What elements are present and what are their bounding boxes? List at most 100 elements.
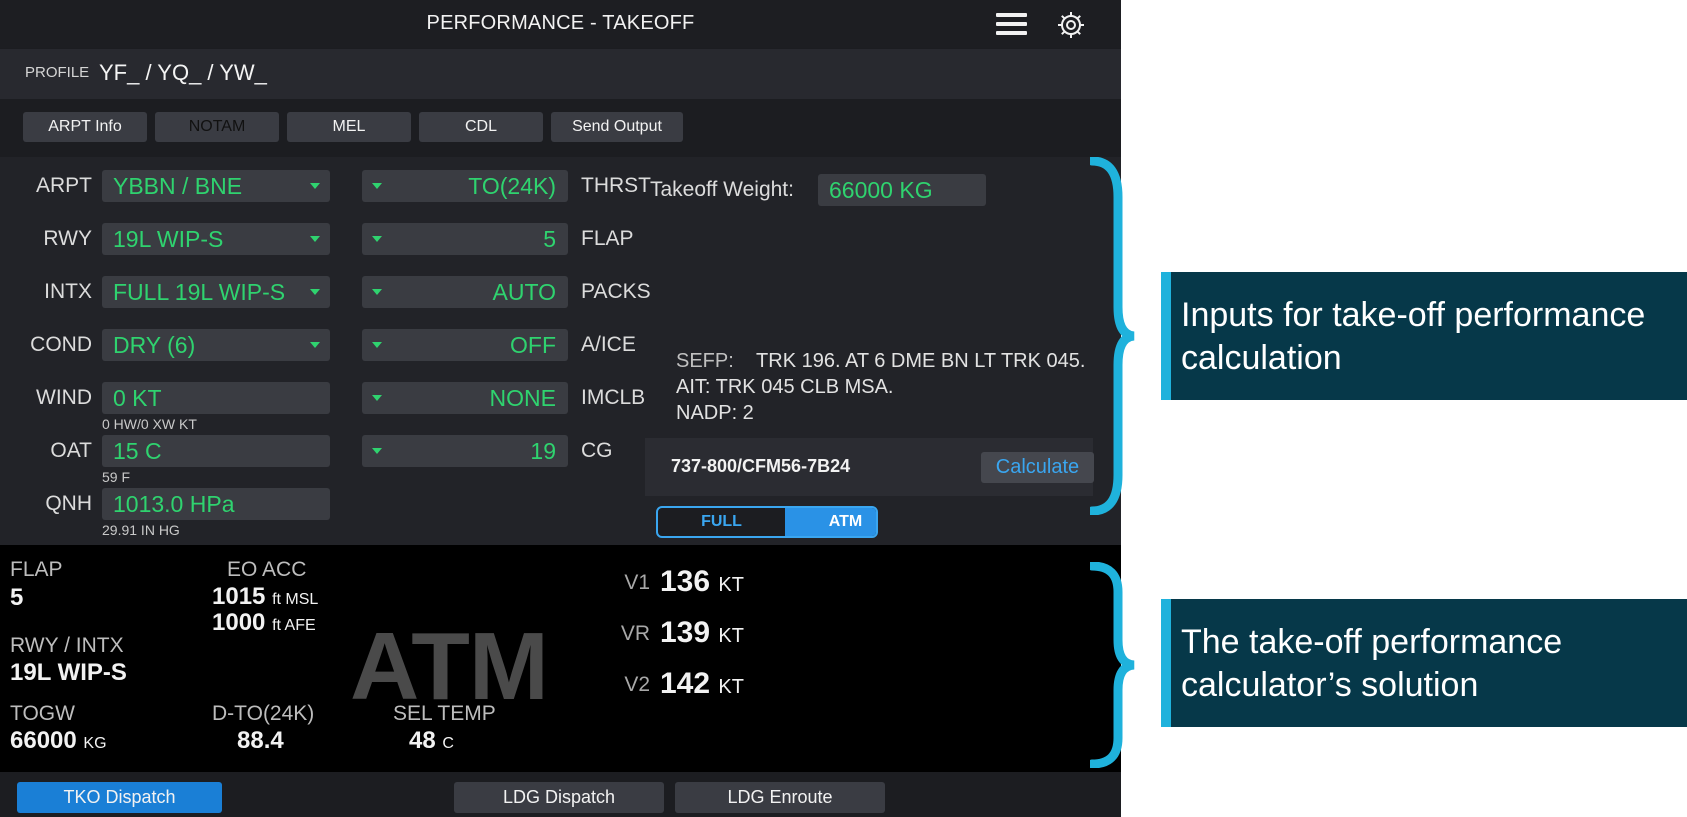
- thrst-label: THRST: [581, 174, 651, 197]
- tab-ldg-enroute[interactable]: LDG Enroute: [675, 782, 885, 813]
- v1-label: V1: [624, 571, 650, 594]
- tab-tko-dispatch[interactable]: TKO Dispatch: [17, 782, 222, 813]
- intx-select[interactable]: FULL 19L WIP-S: [102, 276, 330, 308]
- eo-acc-msl-unit: ft MSL: [272, 591, 319, 608]
- inputs-callout: Inputs for take-off performance calculat…: [1161, 272, 1687, 400]
- oat-label: OAT: [50, 439, 92, 462]
- imclb-value: NONE: [489, 385, 556, 411]
- eo-acc-afe: 1000 ft AFE: [212, 609, 316, 637]
- results-panel: [0, 545, 1121, 772]
- imclb-select[interactable]: NONE: [362, 382, 568, 414]
- dropdown-caret-icon: [372, 395, 382, 401]
- inputs-brace-icon: [1090, 157, 1135, 515]
- v1-speed: 136 KT: [660, 565, 744, 599]
- arpt-select[interactable]: YBBN / BNE: [102, 170, 330, 202]
- vr-label: VR: [620, 622, 650, 645]
- aice-label: A/ICE: [581, 333, 636, 356]
- sefp-line2: AIT: TRK 045 CLB MSA.: [676, 376, 894, 398]
- eo-acc-msl-value: 1015: [212, 583, 266, 610]
- flap-value: 5: [543, 226, 556, 252]
- flap-label: FLAP: [581, 227, 634, 250]
- atm-option[interactable]: ATM: [785, 508, 876, 536]
- v2-value: 142: [660, 667, 711, 700]
- mel-button[interactable]: MEL: [287, 112, 411, 142]
- sefp-key: SEFP:: [676, 350, 734, 372]
- tab-ldg-dispatch[interactable]: LDG Dispatch: [454, 782, 664, 813]
- full-option[interactable]: FULL: [658, 508, 785, 536]
- dropdown-caret-icon: [310, 236, 320, 242]
- sefp-line1: TRK 196. AT 6 DME BN LT TRK 045.: [756, 350, 1086, 372]
- qnh-inhg: 29.91 IN HG: [102, 522, 180, 538]
- cg-label: CG: [581, 439, 613, 462]
- intx-value: FULL 19L WIP-S: [113, 279, 286, 305]
- sel-temp-label: SEL TEMP: [393, 702, 496, 725]
- sel-temp-unit: C: [442, 735, 454, 752]
- eo-acc-afe-value: 1000: [212, 609, 266, 636]
- packs-select[interactable]: AUTO: [362, 276, 568, 308]
- d-to-label: D-TO(24K): [212, 702, 315, 725]
- result-rwy-intx-label: RWY / INTX: [10, 634, 124, 657]
- solution-brace-icon: [1090, 562, 1135, 768]
- eo-acc-afe-unit: ft AFE: [272, 617, 316, 634]
- calculate-button[interactable]: Calculate: [981, 452, 1094, 483]
- oat-fahrenheit: 59 F: [102, 469, 131, 485]
- wind-field[interactable]: 0 KT: [102, 382, 330, 414]
- result-togw-unit: KG: [83, 735, 107, 752]
- sel-temp: 48 C: [409, 727, 454, 755]
- dropdown-caret-icon: [372, 183, 382, 189]
- arpt-info-button[interactable]: ARPT Info: [23, 112, 147, 142]
- inputs-callout-line2: calculation: [1181, 339, 1342, 377]
- hamburger-menu-icon[interactable]: [996, 13, 1027, 36]
- rwy-value: 19L WIP-S: [113, 226, 224, 252]
- send-output-button[interactable]: Send Output: [551, 112, 683, 142]
- packs-label: PACKS: [581, 280, 651, 303]
- intx-label: INTX: [44, 280, 92, 303]
- solution-callout: The take-off performance calculator’s so…: [1161, 599, 1687, 727]
- wind-components: 0 HW/0 XW KT: [102, 416, 197, 432]
- cond-label: COND: [30, 333, 92, 356]
- result-togw: 66000 KG: [10, 727, 107, 755]
- cg-value: 19: [530, 438, 556, 464]
- result-flap-value: 5: [10, 584, 24, 611]
- aircraft-engine-label: 737-800/CFM56-7B24: [671, 456, 851, 476]
- result-togw-label: TOGW: [10, 702, 75, 725]
- packs-value: AUTO: [492, 279, 556, 305]
- thrst-value: TO(24K): [468, 173, 556, 199]
- v1-value: 136: [660, 565, 711, 598]
- dropdown-caret-icon: [372, 448, 382, 454]
- profile-value[interactable]: YF_ / YQ_ / YW_: [99, 60, 267, 86]
- inputs-callout-line1: Inputs for take-off performance: [1181, 296, 1646, 334]
- aice-value: OFF: [510, 332, 556, 358]
- cdl-button[interactable]: CDL: [419, 112, 543, 142]
- dropdown-caret-icon: [372, 236, 382, 242]
- cg-select[interactable]: 19: [362, 435, 568, 467]
- eo-acc-label: EO ACC: [227, 558, 307, 581]
- v1-unit: KT: [718, 574, 744, 596]
- full-atm-toggle: FULL ATM: [656, 506, 878, 538]
- takeoff-weight-label: Takeoff Weight:: [650, 178, 794, 201]
- qnh-field[interactable]: 1013.0 HPa: [102, 488, 330, 520]
- dropdown-caret-icon: [310, 289, 320, 295]
- gear-icon[interactable]: [1056, 10, 1086, 40]
- sefp-text: SEFP: TRK 196. AT 6 DME BN LT TRK 045. A…: [676, 348, 1116, 426]
- qnh-label: QNH: [45, 492, 92, 515]
- solution-callout-line1: The take-off performance: [1181, 623, 1563, 661]
- takeoff-weight-field[interactable]: 66000 KG: [818, 174, 986, 206]
- flap-select[interactable]: 5: [362, 223, 568, 255]
- arpt-label: ARPT: [35, 174, 92, 197]
- sel-temp-value: 48: [409, 727, 436, 754]
- oat-field[interactable]: 15 C: [102, 435, 330, 467]
- result-rwy-intx-value: 19L WIP-S: [10, 659, 127, 686]
- vr-speed: 139 KT: [660, 616, 744, 650]
- notam-button[interactable]: NOTAM: [155, 112, 279, 142]
- thrst-select[interactable]: TO(24K): [362, 170, 568, 202]
- rwy-label: RWY: [43, 227, 92, 250]
- solution-callout-line2: calculator’s solution: [1181, 666, 1479, 704]
- aice-select[interactable]: OFF: [362, 329, 568, 361]
- v2-speed: 142 KT: [660, 667, 744, 701]
- cond-select[interactable]: DRY (6): [102, 329, 330, 361]
- dropdown-caret-icon: [310, 342, 320, 348]
- arpt-value: YBBN / BNE: [113, 173, 243, 199]
- dropdown-caret-icon: [372, 289, 382, 295]
- rwy-select[interactable]: 19L WIP-S: [102, 223, 330, 255]
